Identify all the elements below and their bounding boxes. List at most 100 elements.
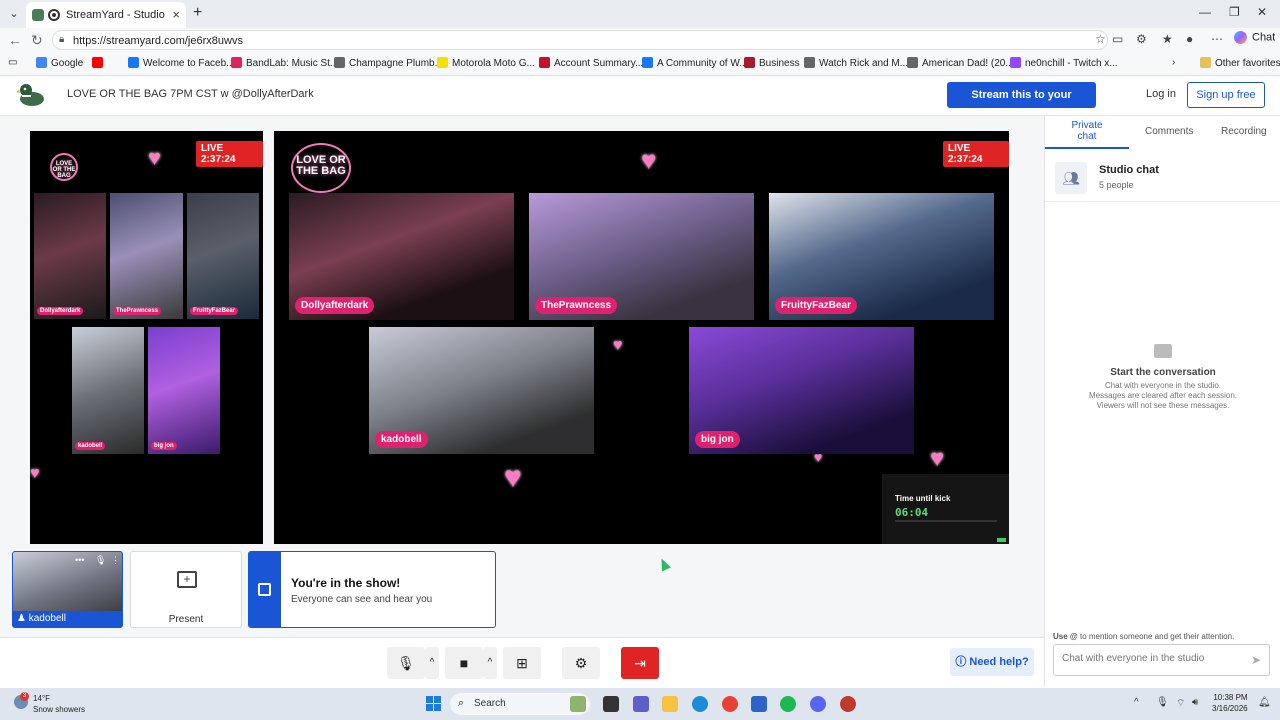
bookmark-item[interactable]: Champagne Plumb...	[334, 57, 443, 69]
task-view-icon[interactable]	[603, 696, 619, 712]
show-logo: LOVE OR THE BAG	[291, 143, 351, 193]
camera-toggle-button[interactable]: ■	[445, 647, 483, 679]
send-icon[interactable]: ➤	[1251, 653, 1261, 667]
mic-icon[interactable]: 🎙︎	[95, 555, 106, 566]
notification-icon[interactable]: 🔔︎	[1258, 697, 1271, 708]
sidebar-toggle-icon[interactable]: ▭	[8, 57, 17, 68]
bookmark-favicon-icon	[804, 57, 815, 68]
taskbar-search[interactable]: ⌕ Search	[450, 693, 590, 715]
tab-close-icon[interactable]: ×	[172, 7, 180, 22]
profile-icon[interactable]: ●	[1186, 32, 1193, 46]
need-help-button[interactable]: ⓘ Need help?	[950, 648, 1034, 676]
stream-to-audience-button[interactable]: Stream this to your audience	[947, 82, 1096, 127]
self-camera-tile[interactable]: ••• 🎙︎ ⋮ ♟ kadobell	[12, 551, 123, 628]
new-tab-icon[interactable]: +	[193, 4, 202, 22]
chat-message-input[interactable]	[1062, 653, 1242, 664]
favorite-star-icon[interactable]: ☆	[1095, 32, 1106, 46]
browser-tab-streamyard[interactable]: StreamYard - Studio ×	[26, 2, 186, 28]
share-screen-icon: ⊞	[516, 655, 528, 671]
camera-tile-1: Dollyafterdark	[289, 193, 514, 320]
bookmarks-overflow-icon[interactable]: ›	[1172, 57, 1175, 68]
tray-chevron-icon[interactable]: ^	[1134, 697, 1139, 708]
bookmark-item[interactable]: Business	[744, 57, 800, 69]
file-explorer-icon[interactable]	[662, 696, 678, 712]
spotify-icon[interactable]	[780, 696, 796, 712]
active-tab-underline	[1045, 147, 1129, 149]
tab-comments[interactable]: Comments	[1145, 126, 1193, 137]
edge-icon[interactable]	[692, 696, 708, 712]
mic-toggle-button[interactable]: 🎙︎	[387, 647, 425, 679]
bookmark-favicon-icon	[744, 57, 755, 68]
refresh-icon[interactable]: ↻	[31, 32, 43, 49]
browser-tab-bar: ⌄ StreamYard - Studio × + — ❐ ✕	[0, 0, 1280, 28]
chat-input-box[interactable]: ➤	[1053, 644, 1270, 676]
site-info-icon[interactable]: 🔒︎	[59, 34, 64, 45]
leave-studio-button[interactable]: ⇥	[621, 647, 659, 679]
windows-start-icon[interactable]	[426, 696, 442, 712]
tab-recording[interactable]: Recording	[1221, 126, 1267, 137]
discord-icon[interactable]	[810, 696, 826, 712]
empty-chat-title: Start the conversation	[1110, 367, 1216, 378]
search-highlight-icon[interactable]	[570, 696, 586, 712]
volume-icon[interactable]: 🔊︎	[1192, 697, 1198, 708]
chat-panel: Private chat Comments Recording 👥︎ Studi…	[1044, 116, 1280, 686]
other-favorites[interactable]: Other favorites	[1200, 57, 1280, 69]
extensions-icon[interactable]: ⚙	[1136, 32, 1147, 46]
bookmark-item[interactable]: Motorola Moto G...	[437, 57, 535, 69]
bookmark-item[interactable]: Google	[36, 57, 83, 69]
bookmark-item[interactable]	[92, 57, 107, 69]
mic-options-chevron-icon[interactable]: ^	[425, 647, 439, 679]
media-icon[interactable]: ▭	[1112, 32, 1123, 46]
chat-bubble-icon	[1154, 344, 1172, 358]
wifi-icon[interactable]: ⌔	[1176, 697, 1185, 710]
help-icon: ⓘ	[955, 656, 970, 668]
kebab-menu-icon[interactable]: ⋮	[111, 555, 120, 566]
people-icon: 👥︎	[1055, 162, 1087, 194]
address-bar[interactable]: 🔒︎ https://streamyard.com/je6rx8uwvs	[52, 30, 1108, 50]
settings-button[interactable]: ⚙	[562, 647, 600, 679]
app-icon[interactable]	[840, 696, 856, 712]
kick-timer-label: Time until kick	[895, 494, 951, 503]
system-clock[interactable]: 10:38 PM 3/16/2026	[1212, 692, 1248, 714]
heart-icon: ♥	[613, 337, 623, 354]
studio-chat-room[interactable]: 👥︎ Studio chat 5 people	[1045, 154, 1280, 202]
empty-chat-line: Chat with everyone in the studio.	[1104, 381, 1222, 390]
back-icon[interactable]: ←	[8, 32, 22, 48]
more-dots-icon[interactable]: •••	[75, 555, 84, 565]
bookmark-favicon-icon	[334, 57, 345, 68]
restore-icon[interactable]: ❐	[1229, 5, 1240, 19]
bookmark-item[interactable]: ne0nchill - Twitch x...	[1010, 57, 1118, 69]
camera-tile-4: kadobell	[369, 327, 594, 454]
camera-options-chevron-icon[interactable]: ^	[483, 647, 497, 679]
layout-preview-small[interactable]: LIVE 2:37:24 LOVE OR THE BAG ♥ ♥ Dollyaf…	[30, 131, 263, 544]
camera-small-3: FruittyFazBear	[187, 193, 259, 319]
login-link[interactable]: Log in	[1146, 88, 1176, 100]
tab-list-chevron-icon[interactable]: ⌄	[6, 6, 22, 22]
bookmark-item[interactable]: A Community of W...	[642, 57, 748, 69]
present-button[interactable]: + Present	[130, 551, 242, 628]
window-close-icon[interactable]: ✕	[1257, 5, 1267, 19]
bookmark-item[interactable]: Watch Rick and M...	[804, 57, 908, 69]
chrome-icon[interactable]	[722, 696, 738, 712]
teams-icon[interactable]	[633, 696, 649, 712]
bookmark-item[interactable]: BandLab: Music St...	[231, 57, 338, 69]
store-icon[interactable]	[751, 696, 767, 712]
present-label: Present	[168, 614, 204, 625]
more-menu-icon[interactable]: ⋯	[1211, 32, 1223, 46]
bookmark-item[interactable]: American Dad! (20...	[907, 57, 1014, 69]
kick-timer-overlay: Time until kick 06:04	[882, 474, 1009, 544]
bookmark-favicon-icon	[642, 57, 653, 68]
share-screen-button[interactable]: ⊞	[503, 647, 541, 679]
camera-small-2: ThePrawncess	[110, 193, 183, 319]
favorites-icon[interactable]: ★	[1162, 32, 1173, 46]
bookmark-favicon-icon	[231, 57, 242, 68]
tab-private-chat[interactable]: Private chat	[1071, 120, 1103, 142]
copilot-chat-button[interactable]: Chat	[1234, 31, 1275, 44]
bookmark-item[interactable]: Account Summary...	[539, 57, 643, 69]
bookmark-item[interactable]: Welcome to Faceb...	[128, 57, 235, 69]
tray-mic-icon[interactable]: 🎙︎	[1156, 697, 1169, 708]
weather-temp: 14°F	[33, 694, 50, 703]
signup-button[interactable]: Sign up free	[1187, 82, 1265, 108]
weather-condition: Snow showers	[33, 705, 86, 714]
minimize-icon[interactable]: —	[1199, 5, 1211, 19]
